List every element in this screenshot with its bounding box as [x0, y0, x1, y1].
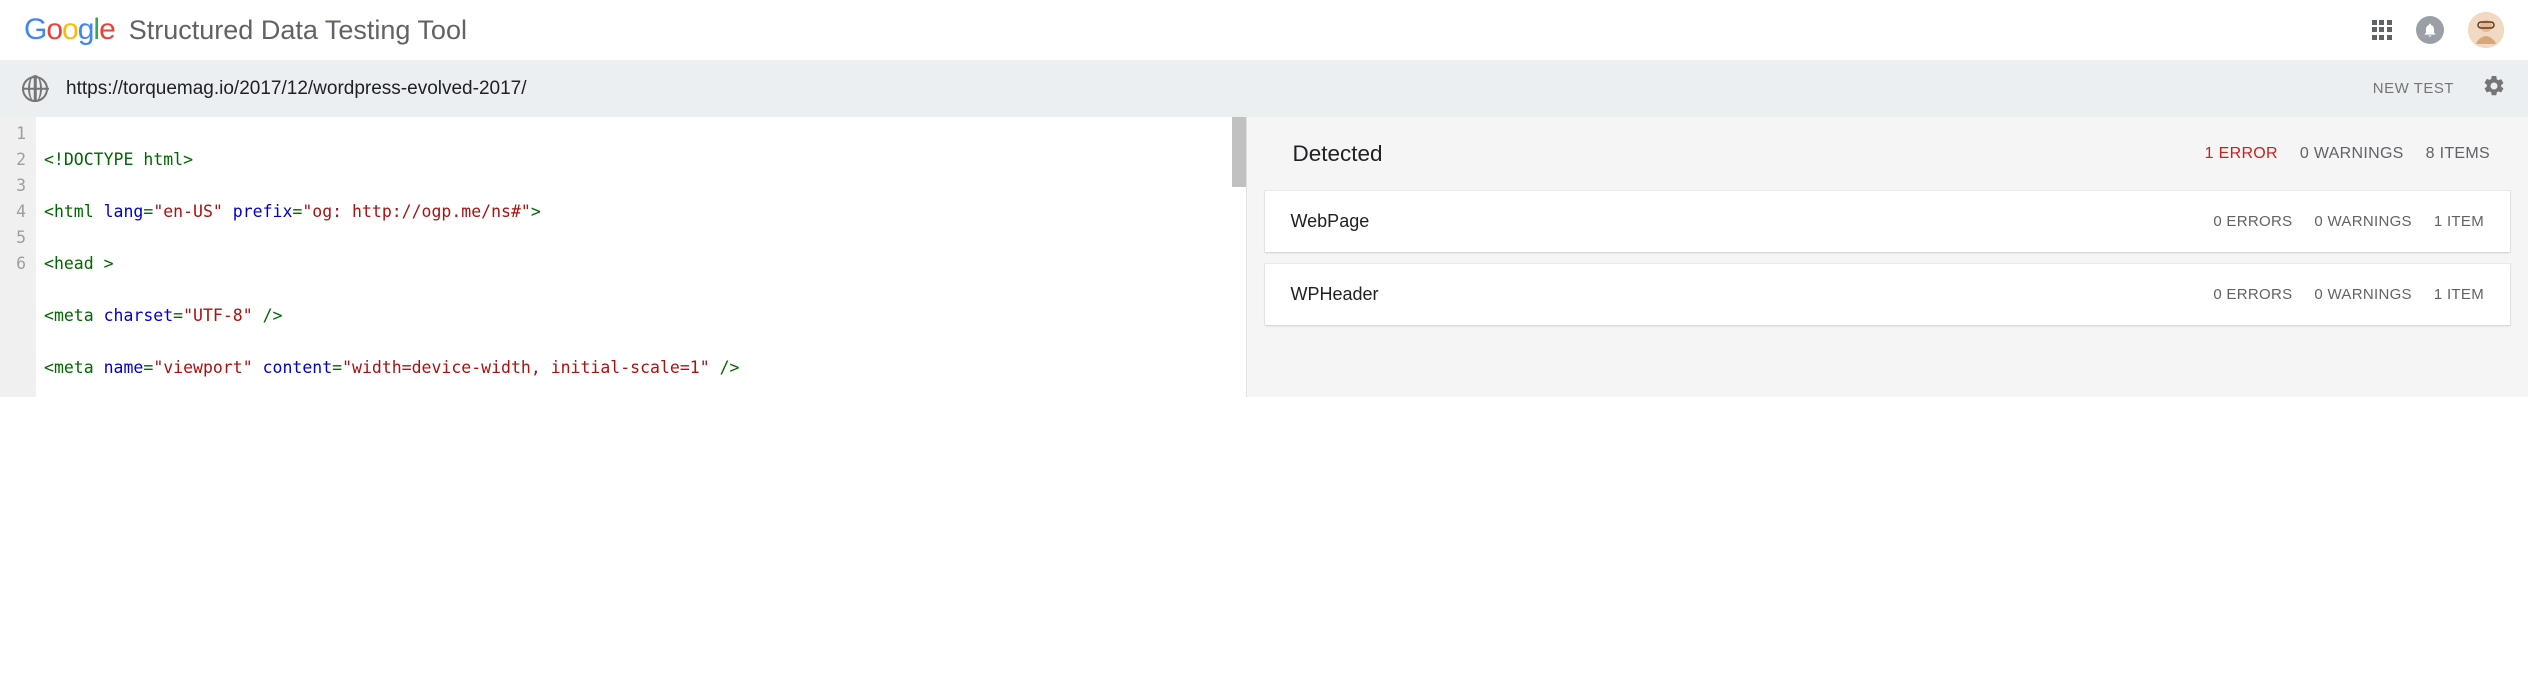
apps-icon[interactable]	[2372, 20, 2392, 40]
card-items: 1 ITEM	[2434, 286, 2484, 303]
result-card-wpheader[interactable]: WPHeader 0 ERRORS 0 WARNINGS 1 ITEM	[1265, 264, 2511, 325]
code-token: <!DOCTYPE html>	[44, 150, 193, 169]
summary-errors: 1 ERROR	[2205, 145, 2278, 163]
app-header: Google Structured Data Testing Tool	[0, 0, 2528, 60]
header-left: Google Structured Data Testing Tool	[24, 13, 467, 47]
card-errors: 0 ERRORS	[2213, 286, 2292, 303]
results-header: Detected 1 ERROR 0 WARNINGS 8 ITEMS	[1265, 117, 2511, 191]
code-token: "en-US"	[153, 202, 223, 221]
url-right: NEW TEST	[2373, 74, 2506, 103]
card-warnings: 0 WARNINGS	[2314, 286, 2411, 303]
tool-title: Structured Data Testing Tool	[129, 15, 467, 46]
settings-icon[interactable]	[2482, 74, 2506, 103]
account-avatar[interactable]	[2468, 12, 2504, 48]
line-number: 2	[8, 147, 26, 173]
code-token: "UTF-8"	[183, 306, 253, 325]
tested-url: https://torquemag.io/2017/12/wordpress-e…	[66, 78, 527, 100]
line-number: 4	[8, 199, 26, 225]
url-left: https://torquemag.io/2017/12/wordpress-e…	[22, 76, 2373, 102]
line-number: 5	[8, 225, 26, 251]
result-card-webpage[interactable]: WebPage 0 ERRORS 0 WARNINGS 1 ITEM	[1265, 191, 2511, 252]
code-token: html	[54, 202, 94, 221]
url-bar: https://torquemag.io/2017/12/wordpress-e…	[0, 60, 2528, 117]
header-right	[2372, 12, 2504, 48]
summary-items: 8 ITEMS	[2426, 145, 2490, 163]
detected-label: Detected	[1293, 141, 1383, 167]
card-items: 1 ITEM	[2434, 213, 2484, 230]
card-errors: 0 ERRORS	[2213, 213, 2292, 230]
card-warnings: 0 WARNINGS	[2314, 213, 2411, 230]
line-gutter: 1 2 3 4 5 6	[0, 117, 36, 397]
source-code-pane[interactable]: 1 2 3 4 5 6 <!DOCTYPE html> <html lang="…	[0, 117, 1246, 397]
result-card-title: WPHeader	[1291, 284, 1379, 305]
line-number: 6	[8, 251, 26, 277]
code-token: "og: http://ogp.me/ns#"	[302, 202, 530, 221]
new-test-button[interactable]: NEW TEST	[2373, 80, 2454, 97]
code-token: "width=device-width, initial-scale=1"	[342, 358, 710, 377]
line-number: 1	[8, 121, 26, 147]
code-token: content	[263, 358, 333, 377]
code-token: "viewport"	[153, 358, 252, 377]
code-token: lang	[104, 202, 144, 221]
code-scrollbar[interactable]	[1232, 117, 1246, 187]
code-token: prefix	[233, 202, 293, 221]
source-code[interactable]: <!DOCTYPE html> <html lang="en-US" prefi…	[36, 117, 1246, 397]
main-split: 1 2 3 4 5 6 <!DOCTYPE html> <html lang="…	[0, 117, 2528, 397]
code-token: name	[104, 358, 144, 377]
results-summary: 1 ERROR 0 WARNINGS 8 ITEMS	[2205, 145, 2490, 163]
code-token: charset	[104, 306, 174, 325]
code-token: meta	[54, 306, 94, 325]
summary-warnings: 0 WARNINGS	[2300, 145, 2404, 163]
line-number: 3	[8, 173, 26, 199]
result-card-stats: 0 ERRORS 0 WARNINGS 1 ITEM	[2213, 286, 2484, 303]
google-logo[interactable]: Google	[24, 13, 115, 47]
result-card-stats: 0 ERRORS 0 WARNINGS 1 ITEM	[2213, 213, 2484, 230]
results-pane: Detected 1 ERROR 0 WARNINGS 8 ITEMS WebP…	[1246, 117, 2528, 397]
code-token: meta	[54, 358, 94, 377]
notifications-icon[interactable]	[2416, 16, 2444, 44]
code-token: head	[54, 254, 94, 273]
result-card-title: WebPage	[1291, 211, 1370, 232]
globe-icon	[22, 76, 48, 102]
